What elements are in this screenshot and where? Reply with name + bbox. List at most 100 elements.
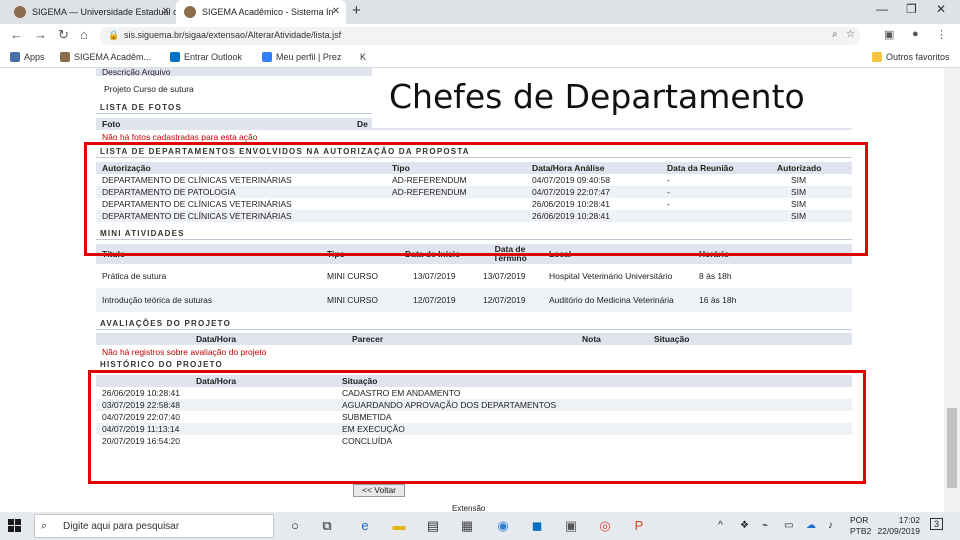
close-icon[interactable]: ✕ — [332, 0, 340, 24]
task-view-icon[interactable]: ⧉ — [318, 517, 336, 535]
bookmark-apps[interactable]: Apps — [10, 52, 45, 62]
col-header: Situação — [648, 333, 852, 345]
bookmarks-bar: Apps SIGEMA Acadêm... Entrar Outlook Meu… — [0, 48, 960, 68]
cell: 13/07/2019 — [413, 271, 456, 281]
voltar-button[interactable]: << Voltar — [353, 484, 405, 497]
forward-arrow-icon[interactable]: → — [34, 27, 47, 42]
onedrive-icon[interactable]: ☁ — [806, 520, 816, 531]
cell: 12/07/2019 — [477, 288, 543, 312]
search-icon: ⌕ — [41, 520, 48, 532]
slide-title-overlay: Chefes de Departamento — [372, 68, 866, 128]
bookmark-label: SIGEMA Acadêm... — [74, 52, 152, 62]
col-header: Data/Hora — [96, 333, 346, 345]
prezi-icon — [262, 52, 272, 62]
clock[interactable]: POR 17:02 PTB2 22/09/2019 — [850, 515, 920, 537]
time: 17:02 — [898, 515, 920, 525]
avaliacoes-empty-message: Não há registros sobre avaliação do proj… — [102, 347, 267, 357]
col-header: Nota — [576, 333, 648, 345]
col-header: Parecer — [346, 333, 576, 345]
volume-icon[interactable]: ♪ — [828, 520, 833, 531]
extension-icon[interactable]: ▣ — [884, 28, 894, 41]
network-icon[interactable]: ⌁ — [762, 520, 768, 531]
outlook-icon[interactable]: ◼ — [528, 517, 546, 535]
bookmark-label: Entrar Outlook — [184, 52, 243, 62]
bookmark-label: K — [360, 52, 367, 62]
app-icon[interactable]: ▣ — [562, 517, 580, 535]
chevron-up-icon[interactable]: ^ — [718, 520, 723, 531]
tab-title: SIGEMA Acadêmico - Sistema In — [202, 7, 334, 17]
store-icon[interactable]: ▤ — [424, 517, 442, 535]
apps-grid-icon — [10, 52, 20, 62]
bookmark-k[interactable]: K — [360, 52, 366, 62]
profile-icon[interactable]: ● — [912, 28, 919, 40]
taskbar-search-input[interactable]: ⌕ Digite aqui para pesquisar — [34, 514, 274, 538]
url-text: sis.siguema.br/sigaa/extensao/AlterarAti… — [124, 30, 342, 40]
battery-icon[interactable]: ▭ — [784, 520, 793, 531]
tab-sigema[interactable]: SIGEMA — Universidade Estadual d ✕ — [6, 0, 176, 24]
cell: Auditório do Medicina Veterinária — [543, 288, 693, 312]
notification-icon[interactable]: 3 — [930, 518, 944, 530]
app-icon[interactable]: ▦ — [458, 517, 476, 535]
cell: 16 às 18h — [693, 288, 852, 312]
date: 22/09/2019 — [877, 526, 920, 536]
home-icon[interactable]: ⌂ — [80, 27, 88, 42]
table-row: Prática de sutura MINI CURSO 13/07/2019 13/… — [96, 264, 852, 288]
browser-toolbar: ← → ↻ ⌂ 🔒 sis.siguema.br/sigaa/extensao/… — [0, 24, 960, 48]
back-arrow-icon[interactable]: ← — [10, 27, 23, 42]
cortana-icon[interactable]: ○ — [286, 517, 304, 535]
avaliacoes-table: Data/Hora Parecer Nota Situação — [96, 333, 852, 345]
bookmark-label: Apps — [24, 52, 45, 62]
table-row: Introdução teórica de suturas MINI CURSO 1… — [96, 288, 852, 312]
sigema-favicon-icon — [14, 6, 26, 18]
tab-title: SIGEMA — Universidade Estadual d — [32, 7, 176, 17]
bookmark-prezi[interactable]: Meu perfil | Prez — [262, 52, 341, 62]
historico-highlight-box — [88, 370, 866, 484]
dropbox-icon[interactable]: ❖ — [740, 520, 749, 531]
windows-start-icon[interactable] — [8, 519, 22, 533]
bookmark-label: Meu perfil | Prez — [276, 52, 342, 62]
bookmark-outros-favoritos[interactable]: Outros favoritos — [872, 52, 950, 62]
reload-icon[interactable]: ↻ — [58, 27, 69, 43]
close-icon[interactable]: ✕ — [162, 0, 170, 24]
lock-icon: 🔒 — [108, 30, 120, 40]
sigema-favicon-icon — [184, 6, 196, 18]
browser-tab-strip: SIGEMA — Universidade Estadual d ✕ SIGEM… — [0, 0, 960, 24]
page-scrollbar[interactable] — [944, 68, 960, 512]
language-indicator: POR — [850, 515, 869, 525]
cell: 13/07/2019 — [483, 271, 526, 281]
window-close-button[interactable]: ✕ — [936, 2, 946, 16]
bookmark-outlook[interactable]: Entrar Outlook — [170, 52, 242, 62]
cell: 8 às 18h — [699, 271, 732, 281]
footer-fragment: Extensão — [452, 504, 486, 512]
departamentos-highlight-box — [84, 142, 868, 256]
windows-taskbar: ⌕ Digite aqui para pesquisar ○ ⧉ e ▬ ▤ ▦… — [0, 512, 960, 540]
col-header: Foto — [96, 118, 351, 130]
search-placeholder: Digite aqui para pesquisar — [63, 521, 180, 532]
address-bar[interactable]: 🔒 sis.siguema.br/sigaa/extensao/AlterarA… — [100, 27, 860, 45]
edge-icon[interactable]: e — [356, 517, 374, 535]
folder-icon — [872, 52, 882, 62]
cell: 12/07/2019 — [399, 288, 477, 312]
outlook-icon — [170, 52, 180, 62]
file-explorer-icon[interactable]: ▬ — [390, 517, 408, 535]
new-tab-button[interactable]: + — [352, 2, 361, 19]
minimize-button[interactable]: — — [876, 2, 888, 16]
zoom-icon[interactable]: ⌕ — [832, 29, 838, 40]
bookmark-sigema[interactable]: SIGEMA Acadêm... — [60, 52, 151, 62]
tab-sigema-academico[interactable]: SIGEMA Acadêmico - Sistema In ✕ — [176, 0, 346, 24]
sigema-favicon-icon — [60, 52, 70, 62]
cell: MINI CURSO — [327, 271, 378, 281]
powerpoint-icon[interactable]: P — [630, 517, 648, 535]
skype-icon[interactable]: ◉ — [494, 517, 512, 535]
bookmark-star-icon[interactable]: ☆ — [846, 29, 855, 40]
bookmark-label: Outros favoritos — [886, 52, 950, 62]
restore-button[interactable]: ❐ — [906, 2, 917, 16]
avaliacoes-section-title: Avaliações do Projeto — [96, 318, 852, 330]
scrollbar-thumb[interactable] — [947, 408, 957, 488]
cell: MINI CURSO — [321, 288, 399, 312]
menu-kebab-icon[interactable]: ⋮ — [936, 28, 947, 41]
cell: Introdução teórica de suturas — [96, 288, 321, 312]
chrome-icon[interactable]: ◎ — [596, 517, 614, 535]
cell: Hospital Veterinário Universitário — [549, 270, 673, 281]
keyboard-indicator: PTB2 — [850, 526, 872, 536]
